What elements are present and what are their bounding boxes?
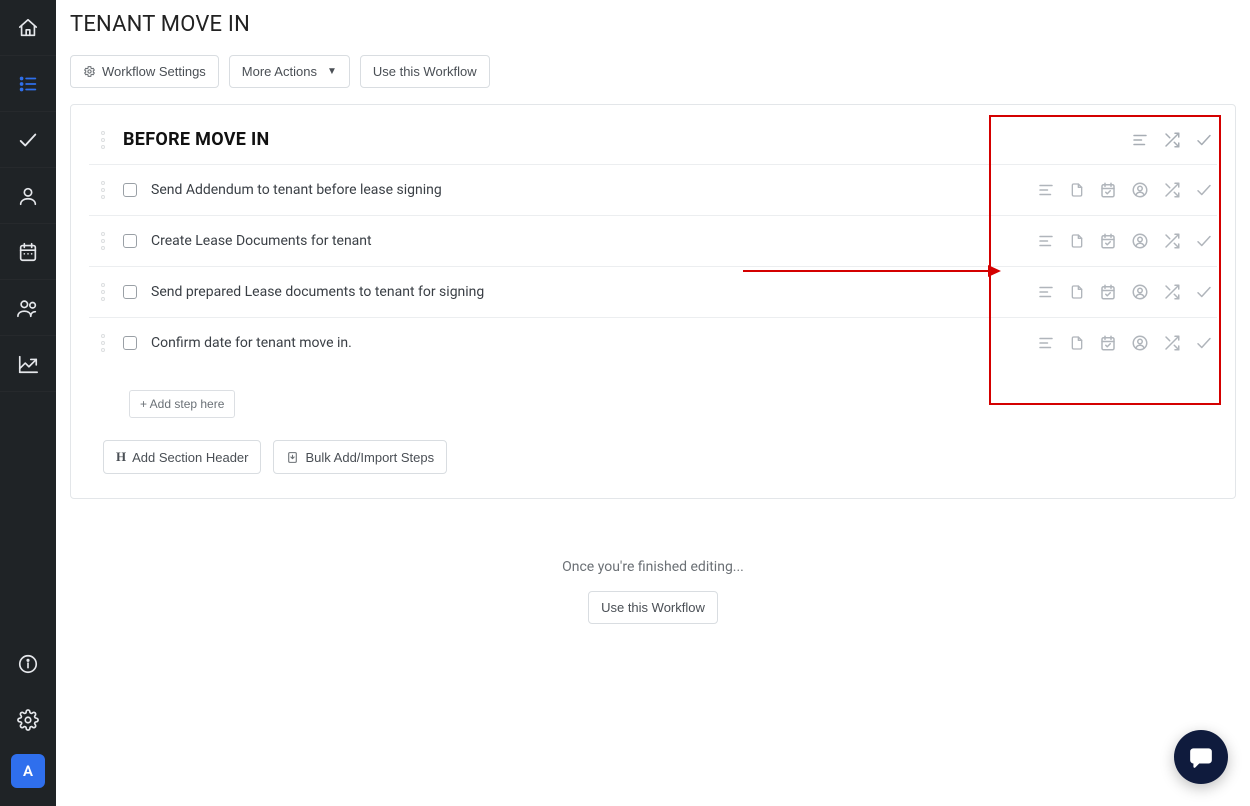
step-checkbox[interactable] [123,234,137,248]
assignee-icon[interactable] [1131,334,1149,352]
main-content: TENANT MOVE IN Workflow Settings More Ac… [56,0,1250,806]
drag-handle-icon[interactable] [101,283,115,301]
heading-icon: H [116,449,126,465]
step-row[interactable]: Create Lease Documents for tenant [89,215,1217,266]
chat-fab[interactable] [1174,730,1228,784]
gear-icon [17,709,39,731]
shuffle-icon[interactable] [1163,181,1181,199]
more-actions-label: More Actions [242,64,317,79]
check-icon [17,129,39,151]
step-checkbox[interactable] [123,183,137,197]
more-actions-button[interactable]: More Actions ▼ [229,55,350,88]
complete-icon[interactable] [1195,232,1213,250]
step-actions [1037,334,1213,352]
step-actions [1037,232,1213,250]
file-icon[interactable] [1069,283,1085,301]
drag-handle-icon[interactable] [101,131,115,149]
schedule-icon[interactable] [1099,283,1117,301]
drag-handle-icon[interactable] [101,181,115,199]
sidebar: A [0,0,56,806]
toolbar: Workflow Settings More Actions ▼ Use thi… [70,55,1236,88]
shuffle-icon[interactable] [1163,131,1181,149]
add-section-header-label: Add Section Header [132,450,248,465]
step-checkbox[interactable] [123,285,137,299]
use-workflow-button[interactable]: Use this Workflow [360,55,490,88]
section-title: BEFORE MOVE IN [123,129,270,150]
assignee-icon[interactable] [1131,283,1149,301]
import-icon [286,451,299,464]
bulk-add-label: Bulk Add/Import Steps [305,450,434,465]
finished-block: Once you're finished editing... Use this… [70,559,1236,624]
list-icon [17,73,39,95]
file-icon[interactable] [1069,181,1085,199]
step-actions [1037,181,1213,199]
complete-icon[interactable] [1195,334,1213,352]
step-row[interactable]: Send prepared Lease documents to tenant … [89,266,1217,317]
assignee-icon[interactable] [1131,181,1149,199]
nav-check[interactable] [0,112,56,168]
shuffle-icon[interactable] [1163,283,1181,301]
bulk-add-button[interactable]: Bulk Add/Import Steps [273,440,447,474]
file-icon[interactable] [1069,334,1085,352]
schedule-icon[interactable] [1099,334,1117,352]
chat-icon [1188,744,1214,770]
calendar-icon [17,241,39,263]
drag-handle-icon[interactable] [101,334,115,352]
schedule-icon[interactable] [1099,181,1117,199]
steps-list: Send Addendum to tenant before lease sig… [89,164,1217,368]
drag-handle-icon[interactable] [101,232,115,250]
details-icon[interactable] [1037,181,1055,199]
shuffle-icon[interactable] [1163,334,1181,352]
nav-users[interactable] [0,280,56,336]
step-label: Send Addendum to tenant before lease sig… [151,182,442,198]
nav-home[interactable] [0,0,56,56]
section-actions [1131,131,1213,149]
assignee-icon[interactable] [1131,232,1149,250]
card-footer-buttons: H Add Section Header Bulk Add/Import Ste… [89,418,1217,474]
schedule-icon[interactable] [1099,232,1117,250]
complete-icon[interactable] [1195,283,1213,301]
avatar[interactable]: A [11,754,45,788]
complete-icon[interactable] [1195,131,1213,149]
finished-text: Once you're finished editing... [70,559,1236,575]
step-label: Send prepared Lease documents to tenant … [151,284,484,300]
shuffle-icon[interactable] [1163,232,1181,250]
use-workflow-label: Use this Workflow [373,64,477,79]
step-label: Create Lease Documents for tenant [151,233,372,249]
nav-user[interactable] [0,168,56,224]
users-icon [16,297,40,319]
add-section-header-button[interactable]: H Add Section Header [103,440,261,474]
step-checkbox[interactable] [123,336,137,350]
home-icon [17,17,39,39]
details-icon[interactable] [1037,283,1055,301]
add-step-button[interactable]: + Add step here [129,390,235,418]
nav-gear[interactable] [0,692,56,748]
workflow-card: BEFORE MOVE IN Send Addendum to tenant b… [70,104,1236,499]
step-actions [1037,283,1213,301]
section-header-row: BEFORE MOVE IN [89,123,1217,164]
workflow-settings-label: Workflow Settings [102,64,206,79]
details-icon[interactable] [1037,232,1055,250]
step-row[interactable]: Send Addendum to tenant before lease sig… [89,164,1217,215]
chart-icon [17,353,39,375]
nav-info[interactable] [0,636,56,692]
info-icon [17,653,39,675]
step-row[interactable]: Confirm date for tenant move in. [89,317,1217,368]
use-workflow-button-footer[interactable]: Use this Workflow [588,591,718,624]
nav-calendar[interactable] [0,224,56,280]
user-icon [17,185,39,207]
add-step-row: + Add step here [89,368,1217,418]
complete-icon[interactable] [1195,181,1213,199]
file-icon[interactable] [1069,232,1085,250]
nav-chart[interactable] [0,336,56,392]
gear-icon [83,65,96,78]
caret-down-icon: ▼ [327,66,337,77]
workflow-settings-button[interactable]: Workflow Settings [70,55,219,88]
details-icon[interactable] [1131,131,1149,149]
details-icon[interactable] [1037,334,1055,352]
step-label: Confirm date for tenant move in. [151,335,352,351]
page-title: TENANT MOVE IN [70,0,1236,55]
nav-list[interactable] [0,56,56,112]
